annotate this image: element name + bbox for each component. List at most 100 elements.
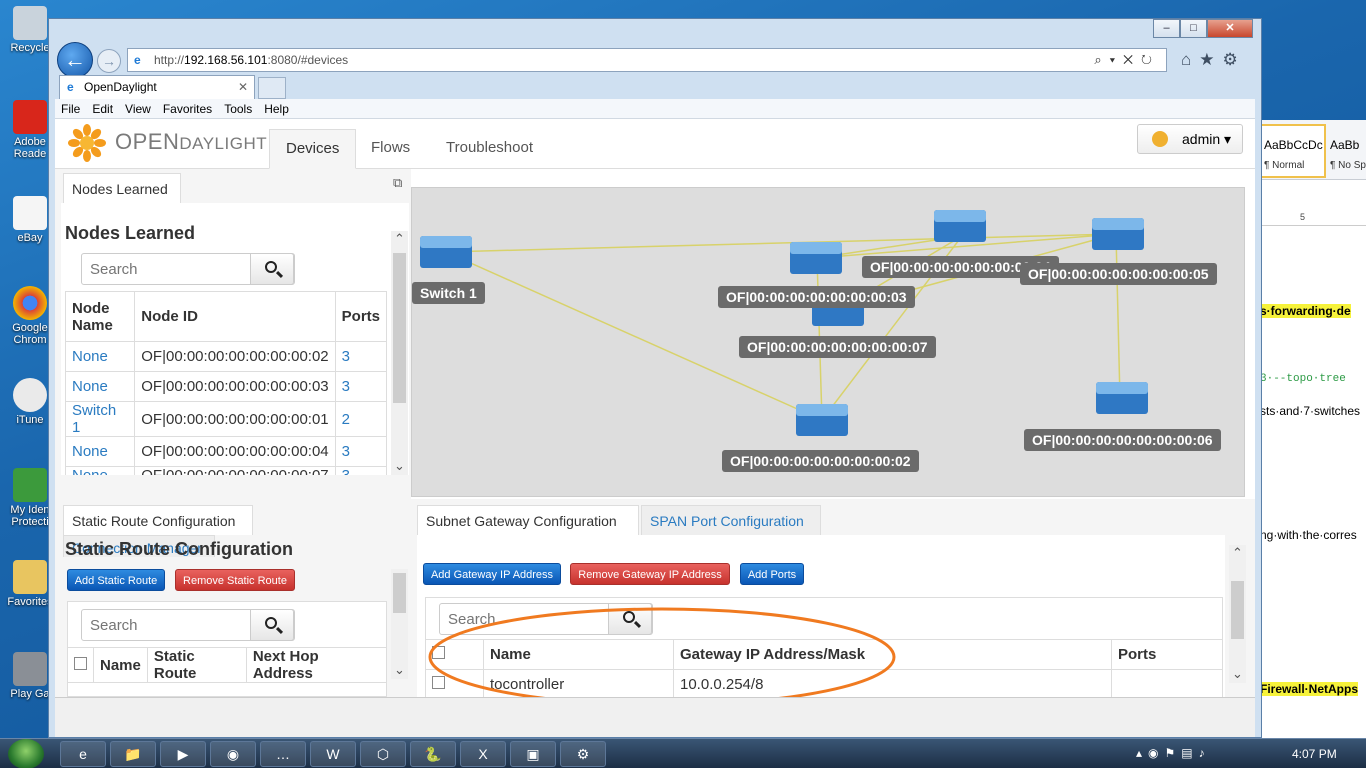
- tab-subnet-gateway[interactable]: Subnet Gateway Configuration: [417, 505, 639, 535]
- scroll-up-icon[interactable]: ⌃: [1229, 545, 1246, 562]
- table-row: Switch 1 OF|00:00:00:00:00:00:00:01 2: [64, 401, 388, 437]
- taskbar-virtualbox[interactable]: ⬡: [360, 741, 406, 767]
- minimize-button[interactable]: –: [1153, 19, 1180, 38]
- remove-gateway-button[interactable]: Remove Gateway IP Address: [570, 563, 730, 585]
- menu-favorites[interactable]: Favorites: [157, 99, 218, 116]
- scroll-up-icon[interactable]: ⌃: [391, 231, 408, 248]
- col-ports[interactable]: Ports: [1111, 639, 1223, 670]
- select-all-checkbox[interactable]: [74, 656, 87, 670]
- scroll-thumb[interactable]: [393, 253, 406, 403]
- col-name[interactable]: Name: [93, 647, 148, 683]
- switch-node[interactable]: [790, 242, 842, 274]
- nodes-search-button[interactable]: [250, 253, 294, 285]
- browser-toolbar-icons[interactable]: ⌂★⚙: [1181, 50, 1246, 70]
- taskbar-app2[interactable]: ⚙: [560, 741, 606, 767]
- tab-nodes-learned[interactable]: Nodes Learned: [63, 173, 181, 203]
- scroll-down-icon[interactable]: ⌄: [391, 662, 408, 679]
- taskbar-ie[interactable]: e: [60, 741, 106, 767]
- new-tab-button[interactable]: [258, 77, 286, 99]
- tab-flows[interactable]: Flows: [355, 129, 426, 169]
- taskbar-explorer[interactable]: 📁: [110, 741, 156, 767]
- address-search-refresh-icons[interactable]: ⌕▾✕↻: [1094, 52, 1160, 68]
- taskbar-media[interactable]: ▶: [160, 741, 206, 767]
- tab-span-port[interactable]: SPAN Port Configuration: [641, 505, 821, 535]
- maximize-button[interactable]: □: [1180, 19, 1207, 38]
- menu-file[interactable]: File: [55, 99, 86, 116]
- address-bar[interactable]: e http://192.168.56.101:8080/#devices ⌕▾…: [127, 48, 1167, 72]
- node-id: OF|00:00:00:00:00:00:00:04: [134, 436, 336, 467]
- add-static-route-button[interactable]: Add Static Route: [67, 569, 165, 591]
- node-id: OF|00:00:00:00:00:00:00:02: [134, 341, 336, 372]
- word-ribbon: AaBbCcDc ¶ Normal AaBb ¶ No Sp: [1256, 120, 1366, 180]
- switch-node[interactable]: [796, 404, 848, 436]
- ports-link[interactable]: 3: [334, 371, 388, 402]
- node-name-link[interactable]: None: [64, 371, 136, 402]
- menu-help[interactable]: Help: [258, 99, 295, 116]
- col-node-name[interactable]: Node Name: [64, 291, 136, 342]
- add-ports-button[interactable]: Add Ports: [740, 563, 804, 585]
- menu-edit[interactable]: Edit: [86, 99, 119, 116]
- clock[interactable]: 4:07 PM: [1292, 747, 1337, 761]
- tab-static-route[interactable]: Static Route Configuration: [63, 505, 253, 535]
- nodes-table: Node Name Node ID Ports None OF|00:00:00:00…: [64, 291, 388, 485]
- ports-link[interactable]: 3: [334, 341, 388, 372]
- static-route-scrollbar[interactable]: ⌄: [391, 569, 408, 679]
- node-label[interactable]: OF|00:00:00:00:00:00:00:07: [739, 336, 936, 358]
- nodes-search-input[interactable]: [82, 254, 252, 284]
- node-label[interactable]: Switch 1: [412, 282, 485, 304]
- col-node-id[interactable]: Node ID: [134, 291, 336, 342]
- menu-view[interactable]: View: [119, 99, 157, 116]
- static-route-search-input[interactable]: [82, 610, 252, 640]
- static-route-search-button[interactable]: [250, 609, 294, 641]
- ports-link[interactable]: 3: [334, 436, 388, 467]
- menu-bar: File Edit View Favorites Tools Help: [55, 99, 1255, 119]
- col-next-hop[interactable]: Next Hop Address: [245, 647, 388, 683]
- popout-icon[interactable]: ⧉: [393, 175, 402, 191]
- node-name-link[interactable]: None: [64, 436, 136, 467]
- col-ports[interactable]: Ports: [334, 291, 388, 342]
- topology-view[interactable]: Switch 1 OF|00:00:00:00:00:00:00:03 OF|0…: [411, 187, 1245, 497]
- style-no-spacing[interactable]: AaBb ¶ No Sp: [1330, 126, 1366, 171]
- scroll-down-icon[interactable]: ⌄: [1229, 666, 1246, 683]
- subnet-scrollbar[interactable]: ⌃ ⌄: [1229, 545, 1246, 683]
- taskbar-xming[interactable]: X: [460, 741, 506, 767]
- node-name-link[interactable]: Switch 1: [64, 401, 136, 437]
- ports-link[interactable]: 2: [334, 401, 388, 437]
- close-button[interactable]: ✕: [1207, 19, 1253, 38]
- scroll-down-icon[interactable]: ⌄: [391, 458, 408, 475]
- start-button[interactable]: [8, 739, 44, 768]
- taskbar-chrome[interactable]: ◉: [210, 741, 256, 767]
- node-name-link[interactable]: None: [64, 341, 136, 372]
- scroll-thumb[interactable]: [1231, 581, 1244, 639]
- scroll-thumb[interactable]: [393, 573, 406, 613]
- node-label[interactable]: OF|00:00:00:00:00:00:00:03: [718, 286, 915, 308]
- user-menu-button[interactable]: admin ▾: [1137, 124, 1243, 154]
- taskbar-window[interactable]: ▣: [510, 741, 556, 767]
- subnet-ports: [1111, 669, 1223, 697]
- node-label[interactable]: OF|00:00:00:00:00:00:00:06: [1024, 429, 1221, 451]
- switch-node[interactable]: [1096, 382, 1148, 414]
- system-tray-icons[interactable]: ▴◉⚑▤♪: [1136, 746, 1211, 760]
- tab-troubleshoot[interactable]: Troubleshoot: [430, 129, 549, 169]
- close-tab-icon[interactable]: ✕: [238, 80, 248, 94]
- switch-node[interactable]: [934, 210, 986, 242]
- taskbar-word[interactable]: W: [310, 741, 356, 767]
- switch-node[interactable]: [420, 236, 472, 268]
- add-gateway-button[interactable]: Add Gateway IP Address: [423, 563, 561, 585]
- remove-static-route-button[interactable]: Remove Static Route: [175, 569, 295, 591]
- taskbar-python[interactable]: 🐍: [410, 741, 456, 767]
- back-button[interactable]: ←: [57, 42, 93, 78]
- node-label[interactable]: OF|00:00:00:00:00:00:00:02: [722, 450, 919, 472]
- forward-button[interactable]: →: [97, 49, 121, 73]
- node-label[interactable]: OF|00:00:00:00:00:00:00:05: [1020, 263, 1217, 285]
- col-static-route[interactable]: Static Route: [146, 647, 247, 683]
- menu-tools[interactable]: Tools: [218, 99, 258, 116]
- tab-devices[interactable]: Devices: [269, 129, 357, 169]
- browser-tab[interactable]: e OpenDaylight ✕: [59, 75, 255, 99]
- nodes-scrollbar[interactable]: ⌃ ⌄: [391, 231, 408, 475]
- style-normal[interactable]: AaBbCcDc ¶ Normal: [1260, 124, 1326, 178]
- word-ruler: 5: [1256, 212, 1366, 226]
- switch-node[interactable]: [1092, 218, 1144, 250]
- table-row: None OF|00:00:00:00:00:00:00:04 3: [64, 436, 388, 467]
- taskbar-app[interactable]: …: [260, 741, 306, 767]
